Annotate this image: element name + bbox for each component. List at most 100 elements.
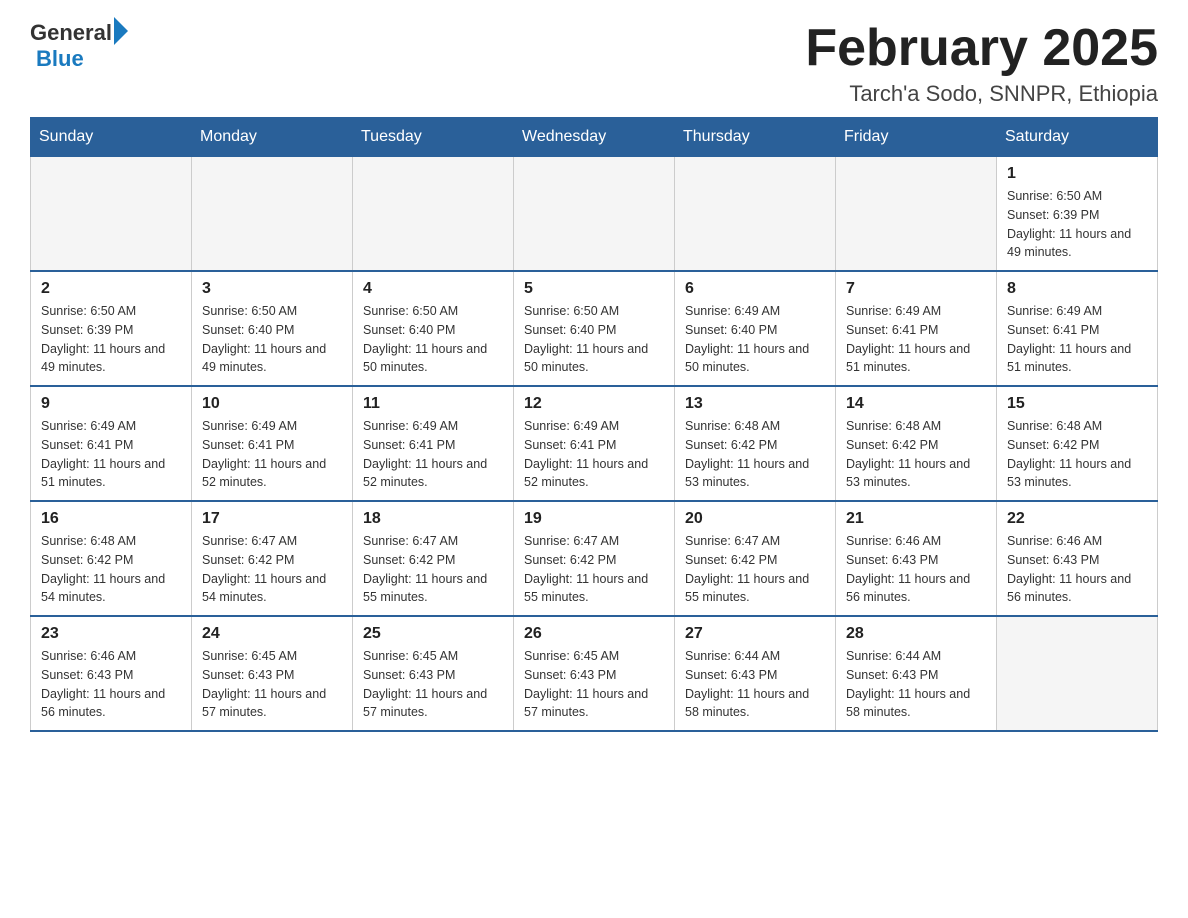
day-number: 27 [685,625,825,643]
day-number: 25 [363,625,503,643]
day-info: Sunrise: 6:49 AM Sunset: 6:41 PM Dayligh… [202,417,342,492]
logo-blue-text: Blue [36,46,84,72]
day-cell [836,157,997,272]
page-header: General Blue February 2025 Tarch'a Sodo,… [30,20,1158,107]
day-info: Sunrise: 6:49 AM Sunset: 6:40 PM Dayligh… [685,302,825,377]
day-info: Sunrise: 6:49 AM Sunset: 6:41 PM Dayligh… [41,417,181,492]
logo-general-text: General [30,20,112,46]
day-info: Sunrise: 6:48 AM Sunset: 6:42 PM Dayligh… [1007,417,1147,492]
day-cell: 20 Sunrise: 6:47 AM Sunset: 6:42 PM Dayli… [675,501,836,616]
day-info: Sunrise: 6:48 AM Sunset: 6:42 PM Dayligh… [41,532,181,607]
day-number: 19 [524,510,664,528]
day-info: Sunrise: 6:45 AM Sunset: 6:43 PM Dayligh… [363,647,503,722]
day-cell [192,157,353,272]
day-cell: 23 Sunrise: 6:46 AM Sunset: 6:43 PM Dayli… [31,616,192,731]
day-cell: 4 Sunrise: 6:50 AM Sunset: 6:40 PM Daylig… [353,271,514,386]
day-info: Sunrise: 6:48 AM Sunset: 6:42 PM Dayligh… [846,417,986,492]
day-cell [997,616,1158,731]
day-number: 2 [41,280,181,298]
day-number: 24 [202,625,342,643]
day-cell: 24 Sunrise: 6:45 AM Sunset: 6:43 PM Dayli… [192,616,353,731]
day-cell: 27 Sunrise: 6:44 AM Sunset: 6:43 PM Dayli… [675,616,836,731]
day-info: Sunrise: 6:50 AM Sunset: 6:40 PM Dayligh… [202,302,342,377]
day-cell: 5Sunrise: 6:50 AM Sunset: 6:40 PM Daylig… [514,271,675,386]
day-cell [353,157,514,272]
day-number: 3 [202,280,342,298]
day-number: 12 [524,395,664,413]
day-info: Sunrise: 6:45 AM Sunset: 6:43 PM Dayligh… [202,647,342,722]
day-info: Sunrise: 6:50 AM Sunset: 6:40 PM Dayligh… [524,302,664,377]
day-number: 1 [1007,165,1147,183]
day-cell [31,157,192,272]
day-cell [675,157,836,272]
day-number: 8 [1007,280,1147,298]
day-cell: 7 Sunrise: 6:49 AM Sunset: 6:41 PM Daylig… [836,271,997,386]
col-tuesday: Tuesday [353,118,514,157]
day-info: Sunrise: 6:49 AM Sunset: 6:41 PM Dayligh… [846,302,986,377]
day-cell: 14 Sunrise: 6:48 AM Sunset: 6:42 PM Dayli… [836,386,997,501]
day-info: Sunrise: 6:50 AM Sunset: 6:39 PM Dayligh… [1007,187,1147,262]
day-cell: 3 Sunrise: 6:50 AM Sunset: 6:40 PM Daylig… [192,271,353,386]
day-cell: 19 Sunrise: 6:47 AM Sunset: 6:42 PM Dayli… [514,501,675,616]
day-info: Sunrise: 6:45 AM Sunset: 6:43 PM Dayligh… [524,647,664,722]
day-number: 22 [1007,510,1147,528]
day-number: 9 [41,395,181,413]
col-monday: Monday [192,118,353,157]
day-number: 7 [846,280,986,298]
day-number: 11 [363,395,503,413]
day-cell: 21 Sunrise: 6:46 AM Sunset: 6:43 PM Dayli… [836,501,997,616]
day-cell: 28Sunrise: 6:44 AM Sunset: 6:43 PM Dayli… [836,616,997,731]
day-number: 15 [1007,395,1147,413]
day-cell: 16 Sunrise: 6:48 AM Sunset: 6:42 PM Dayli… [31,501,192,616]
day-cell: 10 Sunrise: 6:49 AM Sunset: 6:41 PM Dayli… [192,386,353,501]
col-wednesday: Wednesday [514,118,675,157]
day-info: Sunrise: 6:50 AM Sunset: 6:40 PM Dayligh… [363,302,503,377]
day-number: 4 [363,280,503,298]
day-number: 17 [202,510,342,528]
day-number: 23 [41,625,181,643]
calendar-subtitle: Tarch'a Sodo, SNNPR, Ethiopia [805,81,1158,107]
day-info: Sunrise: 6:50 AM Sunset: 6:39 PM Dayligh… [41,302,181,377]
day-number: 10 [202,395,342,413]
day-cell: 12 Sunrise: 6:49 AM Sunset: 6:41 PM Dayli… [514,386,675,501]
calendar-table: Sunday Monday Tuesday Wednesday Thursday… [30,117,1158,732]
week-row-1: 1 Sunrise: 6:50 AM Sunset: 6:39 PM Daylig… [31,157,1158,272]
day-number: 13 [685,395,825,413]
day-cell: 2 Sunrise: 6:50 AM Sunset: 6:39 PM Daylig… [31,271,192,386]
day-info: Sunrise: 6:47 AM Sunset: 6:42 PM Dayligh… [202,532,342,607]
day-info: Sunrise: 6:49 AM Sunset: 6:41 PM Dayligh… [524,417,664,492]
col-friday: Friday [836,118,997,157]
day-cell: 1 Sunrise: 6:50 AM Sunset: 6:39 PM Daylig… [997,157,1158,272]
day-cell: 6 Sunrise: 6:49 AM Sunset: 6:40 PM Daylig… [675,271,836,386]
day-info: Sunrise: 6:46 AM Sunset: 6:43 PM Dayligh… [846,532,986,607]
day-info: Sunrise: 6:46 AM Sunset: 6:43 PM Dayligh… [41,647,181,722]
day-info: Sunrise: 6:48 AM Sunset: 6:42 PM Dayligh… [685,417,825,492]
col-thursday: Thursday [675,118,836,157]
day-cell: 18 Sunrise: 6:47 AM Sunset: 6:42 PM Dayli… [353,501,514,616]
day-number: 18 [363,510,503,528]
day-info: Sunrise: 6:47 AM Sunset: 6:42 PM Dayligh… [524,532,664,607]
week-row-4: 16 Sunrise: 6:48 AM Sunset: 6:42 PM Dayli… [31,501,1158,616]
day-cell: 22 Sunrise: 6:46 AM Sunset: 6:43 PM Dayli… [997,501,1158,616]
day-number: 16 [41,510,181,528]
day-info: Sunrise: 6:44 AM Sunset: 6:43 PM Dayligh… [685,647,825,722]
day-number: 21 [846,510,986,528]
col-sunday: Sunday [31,118,192,157]
day-info: Sunrise: 6:46 AM Sunset: 6:43 PM Dayligh… [1007,532,1147,607]
day-cell: 15 Sunrise: 6:48 AM Sunset: 6:42 PM Dayli… [997,386,1158,501]
day-cell: 26Sunrise: 6:45 AM Sunset: 6:43 PM Dayli… [514,616,675,731]
day-info: Sunrise: 6:47 AM Sunset: 6:42 PM Dayligh… [685,532,825,607]
day-info: Sunrise: 6:47 AM Sunset: 6:42 PM Dayligh… [363,532,503,607]
week-row-5: 23 Sunrise: 6:46 AM Sunset: 6:43 PM Dayli… [31,616,1158,731]
title-block: February 2025 Tarch'a Sodo, SNNPR, Ethio… [805,20,1158,107]
day-number: 20 [685,510,825,528]
day-cell: 9 Sunrise: 6:49 AM Sunset: 6:41 PM Daylig… [31,386,192,501]
day-cell: 17 Sunrise: 6:47 AM Sunset: 6:42 PM Dayli… [192,501,353,616]
day-cell: 8 Sunrise: 6:49 AM Sunset: 6:41 PM Daylig… [997,271,1158,386]
day-info: Sunrise: 6:49 AM Sunset: 6:41 PM Dayligh… [363,417,503,492]
day-number: 14 [846,395,986,413]
week-row-3: 9 Sunrise: 6:49 AM Sunset: 6:41 PM Daylig… [31,386,1158,501]
day-number: 6 [685,280,825,298]
day-cell: 13 Sunrise: 6:48 AM Sunset: 6:42 PM Dayli… [675,386,836,501]
day-info: Sunrise: 6:49 AM Sunset: 6:41 PM Dayligh… [1007,302,1147,377]
